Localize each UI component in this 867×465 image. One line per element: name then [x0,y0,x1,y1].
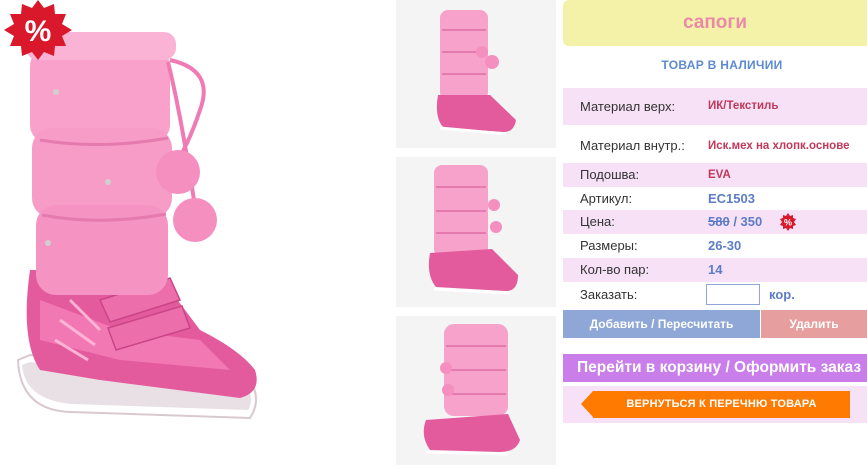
order-unit-label: кор. [769,287,795,302]
sale-percent-text: % [25,15,52,48]
price-value: 580 / 350 [708,210,762,234]
spec-label: Размеры: [580,238,638,253]
spec-row-article: Артикул: EC1503 [563,187,867,211]
delete-button[interactable]: Удалить [761,310,867,338]
spec-row-material-top: Материал верх: ИК/Текстиль [563,88,867,125]
spec-value: 14 [708,262,723,277]
sale-percent-icon: % [4,0,72,60]
thumbnail-side-view[interactable] [396,157,556,307]
thumbnail-back-view[interactable] [396,316,556,465]
spec-label: Артикул: [580,191,633,206]
new-price: 350 [740,214,763,229]
stock-status: ТОВАР В НАЛИЧИИ [661,58,783,72]
thumbnail-front-view[interactable] [396,0,556,148]
add-recalculate-button[interactable]: Добавить / Пересчитать [563,310,760,338]
spec-row-pairs: Кол-во пар: 14 [563,258,867,282]
spec-row-price: Цена: 580 / 350 % [563,210,867,234]
spec-label: Подошва: [580,167,640,182]
order-quantity-input[interactable] [706,284,760,305]
product-title: сапоги [563,0,867,46]
pink-boot-image [16,32,257,420]
boot-front-thumbnail-image [396,0,556,148]
boot-side-thumbnail-image [396,157,556,307]
main-product-photo[interactable]: % [0,0,388,465]
back-to-list-button[interactable]: ВЕРНУТЬСЯ К ПЕРЕЧНЮ ТОВАРА [581,391,850,418]
spec-value: EC1503 [708,191,755,206]
spec-label: Цена: [580,214,615,229]
back-button-container: ВЕРНУТЬСЯ К ПЕРЕЧНЮ ТОВАРА [563,386,867,423]
boot-back-thumbnail-image [396,316,556,465]
spec-row-sole: Подошва: EVA [563,163,867,187]
spec-row-order: Заказать: кор. [563,283,867,307]
product-info-panel: сапоги ТОВАР В НАЛИЧИИ Материал верх: ИК… [563,0,867,465]
spec-row-material-inner: Материал внутр.: Иск.мех на хлопк.основе [563,129,867,163]
old-price: 580 [708,214,730,229]
spec-value: EVA [708,169,731,181]
price-separator: / [729,214,741,229]
spec-label: Материал верх: [580,99,676,114]
discount-percent-text: % [784,218,792,228]
spec-value: Иск.мех на хлопк.основе [708,140,850,152]
spec-label: Материал внутр.: [580,138,685,153]
spec-label: Заказать: [580,287,638,302]
spec-row-sizes: Размеры: 26-30 [563,234,867,258]
spec-label: Кол-во пар: [580,262,650,277]
discount-percent-icon: % [780,213,796,231]
spec-value: ИК/Текстиль [708,100,779,112]
go-to-cart-button[interactable]: Перейти в корзину / Оформить заказ [563,354,867,382]
spec-value: 26-30 [708,238,742,253]
